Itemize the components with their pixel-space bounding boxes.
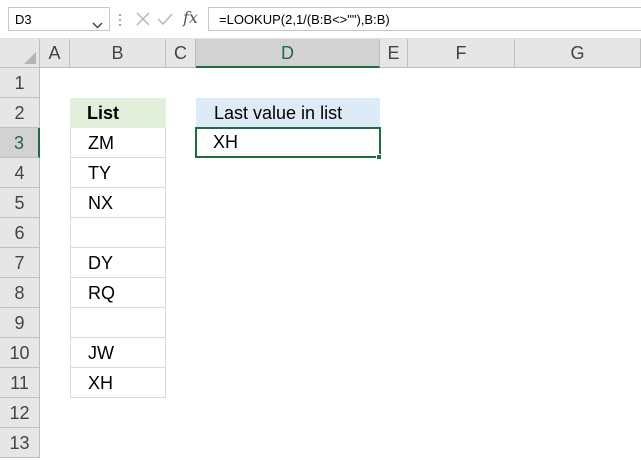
row-header-12[interactable]: 12 <box>0 398 40 428</box>
chevron-down-icon[interactable] <box>92 16 103 34</box>
list-cell-b8[interactable]: RQ <box>70 278 166 308</box>
column-header-d[interactable]: D <box>196 39 380 68</box>
list-cell-b11[interactable]: XH <box>70 368 166 398</box>
column-header-e[interactable]: E <box>380 39 408 68</box>
column-header-g[interactable]: G <box>515 39 641 68</box>
column-header-a[interactable]: A <box>40 39 70 68</box>
list-cell-b4[interactable]: TY <box>70 158 166 188</box>
formula-bar-buttons: fx <box>126 7 206 31</box>
row-header-7[interactable]: 7 <box>0 248 40 278</box>
row-header-4[interactable]: 4 <box>0 158 40 188</box>
row-header-10[interactable]: 10 <box>0 338 40 368</box>
list-cell-b10[interactable]: JW <box>70 338 166 368</box>
row-header-5[interactable]: 5 <box>0 188 40 218</box>
row-header-9[interactable]: 9 <box>0 308 40 338</box>
fill-handle[interactable] <box>376 154 382 160</box>
row-header-2[interactable]: 2 <box>0 98 40 128</box>
fx-icon[interactable]: fx <box>183 8 198 27</box>
list-cell-b7[interactable]: DY <box>70 248 166 278</box>
name-box[interactable]: D3 <box>8 7 110 31</box>
list-cell-b9[interactable] <box>70 308 166 338</box>
row-header-6[interactable]: 6 <box>0 218 40 248</box>
name-box-value: D3 <box>15 12 32 27</box>
row-header-3[interactable]: 3 <box>0 128 40 158</box>
column-header-c[interactable]: C <box>166 39 196 68</box>
list-cell-b6[interactable] <box>70 218 166 248</box>
row-header-13[interactable]: 13 <box>0 428 40 458</box>
column-header-b[interactable]: B <box>70 39 166 68</box>
cancel-icon[interactable] <box>135 11 151 27</box>
row-header-1[interactable]: 1 <box>0 68 40 98</box>
row-header-8[interactable]: 8 <box>0 278 40 308</box>
list-cell-b3[interactable]: ZM <box>70 128 166 158</box>
active-cell-d3[interactable]: XH <box>195 127 381 158</box>
list-cell-b5[interactable]: NX <box>70 188 166 218</box>
enter-icon[interactable] <box>157 11 173 27</box>
spreadsheet-grid: A B C D E F G 1 2 3 4 5 6 7 8 9 10 11 12… <box>0 39 641 460</box>
result-header-cell[interactable]: Last value in list <box>196 98 380 128</box>
row-header-11[interactable]: 11 <box>0 368 40 398</box>
formula-input[interactable]: =LOOKUP(2,1/(B:B<>""),B:B) <box>208 7 641 31</box>
formula-bar-resize-handle[interactable] <box>118 12 122 28</box>
formula-bar: D3 fx =LOOKUP(2,1/(B:B<>""),B:B) <box>0 0 641 38</box>
formula-text: =LOOKUP(2,1/(B:B<>""),B:B) <box>219 12 390 27</box>
list-header-cell[interactable]: List <box>70 98 166 128</box>
column-header-f[interactable]: F <box>408 39 515 68</box>
select-all-button[interactable] <box>0 39 40 68</box>
